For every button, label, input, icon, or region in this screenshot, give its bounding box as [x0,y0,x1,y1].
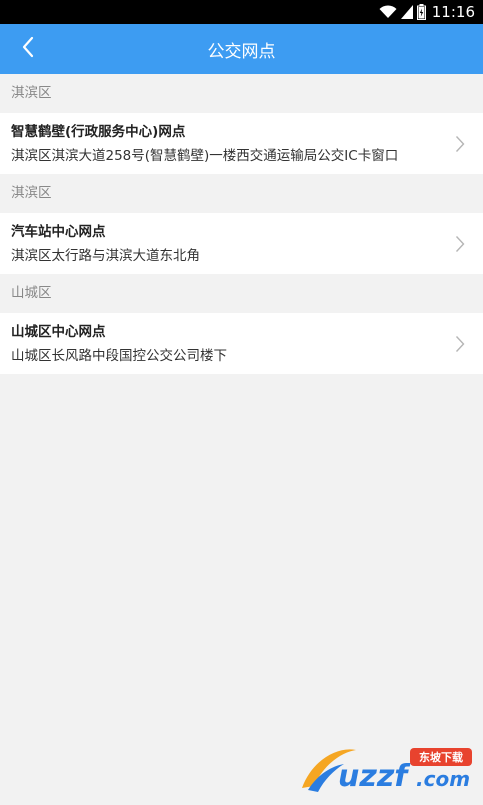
section-header-shancheng: 山城区 [0,274,483,313]
list-item[interactable]: 山城区中心网点 山城区长风路中段国控公交公司楼下 [0,313,483,374]
svg-text:uzzf: uzzf [338,759,411,794]
back-button[interactable] [10,24,46,74]
app-bar: 公交网点 [0,24,483,74]
status-time: 11:16 [431,3,475,21]
outlet-name: 智慧鹤壁(行政服务中心)网点 [11,124,186,140]
chevron-right-icon [455,135,465,157]
status-icons [379,4,426,20]
outlet-list: 淇滨区 智慧鹤壁(行政服务中心)网点 淇滨区淇滨大道258号(智慧鹤壁)一楼西交… [0,74,483,374]
chevron-left-icon [21,36,35,62]
section-header-qibin-2: 淇滨区 [0,174,483,213]
signal-icon [400,5,413,19]
outlet-name: 汽车站中心网点 [11,224,106,240]
battery-icon [416,4,426,20]
status-bar: 11:16 [0,0,483,24]
uzzf-watermark-logo: uzzf .com 东坡下载 [298,740,478,796]
chevron-right-icon [455,335,465,357]
svg-text:东坡下载: 东坡下载 [419,750,463,764]
page-title: 公交网点 [207,41,276,62]
outlet-address: 山城区长风路中段国控公交公司楼下 [11,348,227,364]
outlet-address: 淇滨区太行路与淇滨大道东北角 [11,248,200,264]
wifi-icon [379,5,397,19]
list-item[interactable]: 汽车站中心网点 淇滨区太行路与淇滨大道东北角 [0,213,483,274]
list-item[interactable]: 智慧鹤壁(行政服务中心)网点 淇滨区淇滨大道258号(智慧鹤壁)一楼西交通运输局… [0,113,483,174]
section-header-qibin: 淇滨区 [0,74,483,113]
outlet-name: 山城区中心网点 [11,324,106,340]
chevron-right-icon [455,235,465,257]
outlet-address: 淇滨区淇滨大道258号(智慧鹤壁)一楼西交通运输局公交IC卡窗口 [11,148,399,164]
svg-text:.com: .com [416,767,470,791]
